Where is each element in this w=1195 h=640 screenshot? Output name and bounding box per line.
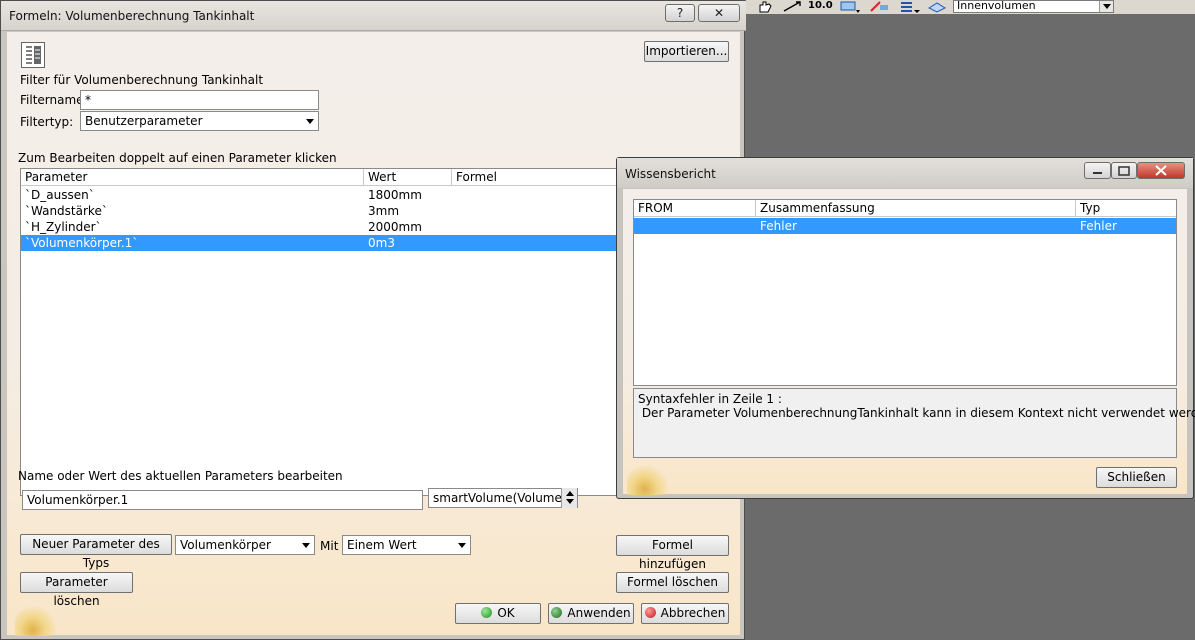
knowledge-report-title: Wissensbericht [625,167,716,181]
cell-parameter: `H_Zylinder` [25,220,102,234]
add-formula-button[interactable]: Formel hinzufügen [616,535,729,571]
column-header-parameter[interactable]: Parameter [21,169,364,186]
column-header-wert[interactable]: Wert [364,169,452,186]
param-formula-value: smartVolume(Volumenb [433,491,578,505]
knowledge-report-titlebar[interactable]: Wissensbericht [617,158,1193,188]
view-icon[interactable] [838,0,862,13]
ok-button-label: OK [497,606,515,620]
import-button[interactable]: Importieren... [644,41,729,62]
mit-label: Mit [320,539,339,553]
knowledge-report-body: FROM Zusammenfassung Typ Fehler Fehler S… [623,189,1195,495]
filtertyp-select[interactable]: Benutzerparameter [80,111,319,131]
formula-editor-icon[interactable] [21,42,45,68]
dialog-title: Formeln: Volumenberechnung Tankinhalt [9,9,255,23]
filtername-input[interactable]: * [80,90,319,110]
cell-parameter: `Wandstärke` [25,204,108,218]
column-header-from[interactable]: FROM [634,200,756,217]
close-button[interactable]: ✕ [698,4,740,22]
list-icon[interactable] [898,0,922,13]
table-row-selected[interactable]: Fehler Fehler [634,218,1176,234]
maximize-icon[interactable] [1111,162,1137,179]
filter-heading: Filter für Volumenberechnung Tankinhalt [20,73,264,87]
cancel-button[interactable]: Abbrechen [641,603,729,624]
decorative-orb-icon [627,465,671,495]
apply-button[interactable]: Anwenden [548,603,634,624]
sketch-icon[interactable] [868,0,892,13]
edit-label: Name oder Wert des aktuellen Parameters … [18,469,343,483]
chevron-down-icon[interactable] [302,113,317,129]
param-name-input[interactable]: Volumenkörper.1 [22,490,423,510]
error-message-line1: Syntaxfehler in Zeile 1 : [638,392,782,406]
error-message-box: Syntaxfehler in Zeile 1 : Der Parameter … [633,388,1195,458]
cell-from [634,218,756,234]
minimize-icon[interactable] [1084,162,1111,179]
formulas-dialog-titlebar[interactable]: Formeln: Volumenberechnung Tankinhalt ? … [1,1,746,31]
mit-value: Einem Wert [347,538,417,552]
knowledge-report-dialog: Wissensbericht FROM Zusammenfassung Typ … [616,157,1195,499]
edit-hint: Zum Bearbeiten doppelt auf einen Paramet… [18,151,337,165]
chevron-down-icon[interactable] [566,499,574,504]
ok-icon [481,607,493,618]
filtertyp-value: Benutzerparameter [85,114,203,128]
cell-wert: 2000mm [368,220,422,234]
toolbar-combo-value: Innenvolumen [957,0,1036,12]
ok-button[interactable]: OK [455,603,541,624]
filtertyp-label: Filtertyp: [20,115,74,129]
chevron-up-icon[interactable] [566,491,574,496]
apply-button-label: Anwenden [567,606,631,620]
cell-parameter: `Volumenkörper.1` [25,236,139,250]
new-parameter-type-value: Volumenkörper [180,538,271,552]
cancel-icon [644,607,656,618]
report-table[interactable]: FROM Zusammenfassung Typ Fehler Fehler [633,199,1177,386]
cancel-button-label: Abbrechen [660,606,726,620]
apply-icon [551,607,563,618]
decorative-orb-icon [15,606,59,636]
cell-parameter: `D_aussen` [25,188,95,202]
cell-wert: 1800mm [368,188,422,202]
column-header-type[interactable]: Typ [1076,200,1176,217]
cell-summary: Fehler [760,219,797,233]
report-table-header: FROM Zusammenfassung Typ [634,200,1176,217]
param-formula-input[interactable]: smartVolume(Volumenb [428,488,578,508]
filtername-label: Filtername: [20,93,88,107]
toolbar-combo[interactable]: Innenvolumen [953,0,1114,13]
numeric-label[interactable]: 10.0 [808,0,833,13]
chevron-down-icon[interactable] [1099,1,1113,12]
new-parameter-type-select[interactable]: Volumenkörper [175,535,315,555]
chevron-down-icon[interactable] [298,537,313,553]
error-message-line2: Der Parameter VolumenberechnungTankinhal… [638,406,1195,420]
help-button[interactable]: ? [665,4,695,22]
cell-type: Fehler [1080,219,1117,233]
close-icon[interactable] [1137,162,1185,179]
layers-icon[interactable] [926,0,950,13]
chevron-down-icon[interactable] [454,537,469,553]
column-header-summary[interactable]: Zusammenfassung [756,200,1076,217]
cell-wert: 3mm [368,204,400,218]
hand-icon[interactable] [756,0,776,13]
measure-icon[interactable] [782,0,804,13]
cell-wert: 0m3 [368,236,395,250]
mit-select[interactable]: Einem Wert [342,535,471,555]
delete-parameter-button[interactable]: Parameter löschen [20,572,133,608]
delete-formula-button[interactable]: Formel löschen [616,572,729,593]
close-report-button[interactable]: Schließen [1096,467,1177,488]
formula-spinner[interactable] [561,488,577,508]
new-parameter-button[interactable]: Neuer Parameter des Typs [20,534,172,570]
